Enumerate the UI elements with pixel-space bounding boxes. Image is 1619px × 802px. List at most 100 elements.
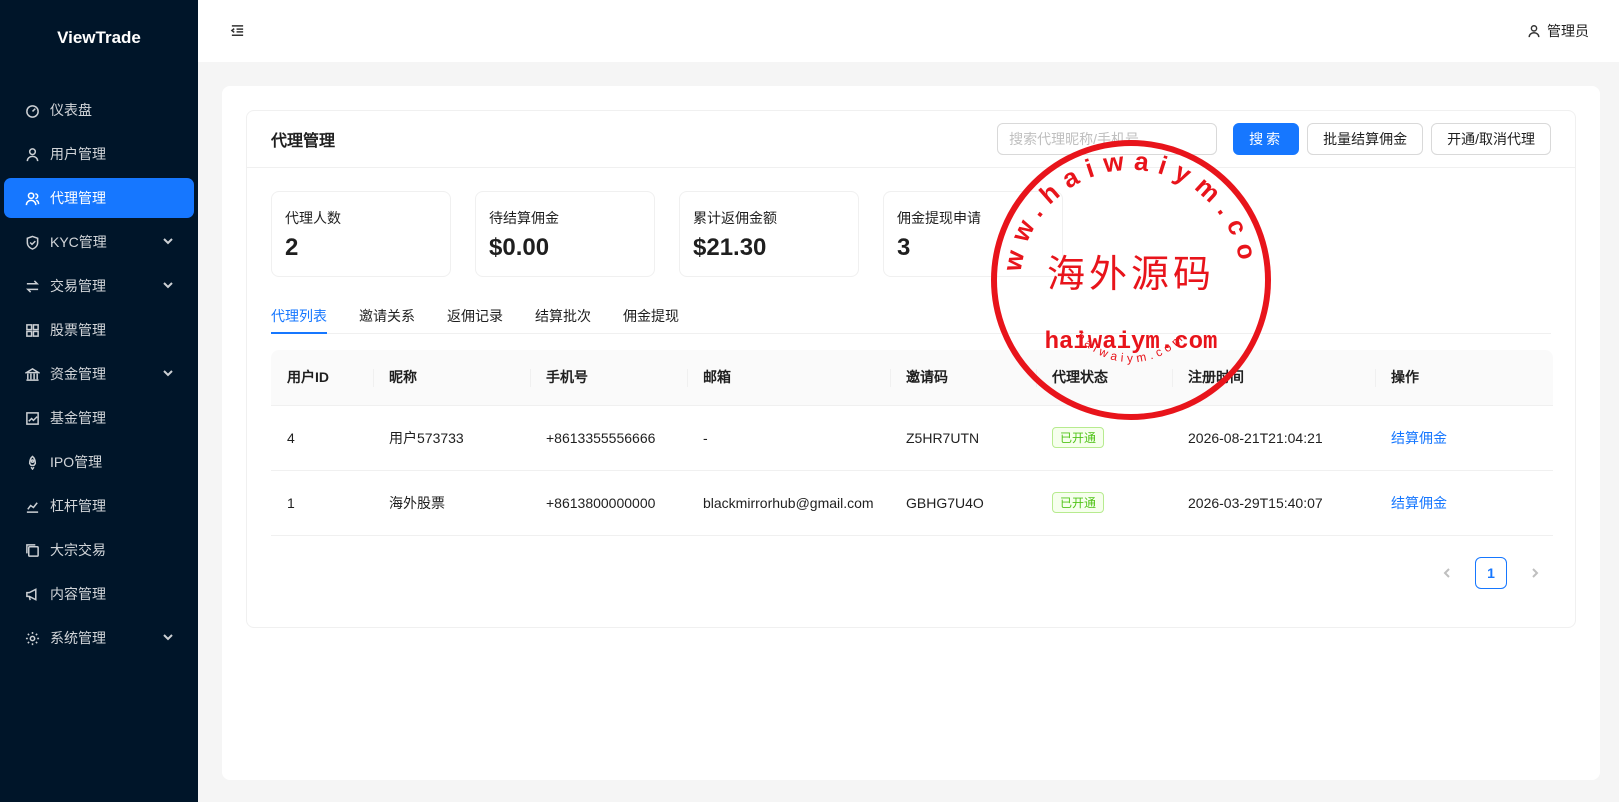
menu-fold-icon[interactable] xyxy=(230,23,246,39)
cell-status: 已开通 xyxy=(1036,470,1172,536)
cell-phone: +8613355556666 xyxy=(530,405,687,471)
cell-invite-code: Z5HR7UTN xyxy=(890,405,1036,471)
pagination: 1 xyxy=(1431,557,1551,589)
sidebar-item-label: 资金管理 xyxy=(50,366,106,382)
stat-agent-count: 代理人数 2 xyxy=(271,191,451,277)
top-header: 管理员 xyxy=(198,0,1619,62)
sidebar-item-8[interactable]: IPO管理 xyxy=(4,442,194,482)
search-input[interactable] xyxy=(997,123,1218,155)
column-header: 昵称 xyxy=(373,350,530,406)
settle-commission-link[interactable]: 结算佣金 xyxy=(1391,430,1447,446)
sidebar-item-12[interactable]: 系统管理 xyxy=(4,618,194,658)
chevron-down-icon xyxy=(162,278,174,294)
column-header: 注册时间 xyxy=(1172,350,1375,406)
sidebar-item-0[interactable]: 仪表盘 xyxy=(4,90,194,130)
megaphone-icon xyxy=(24,586,40,602)
next-page-icon[interactable] xyxy=(1519,557,1551,589)
cell-register-time: 2026-03-29T15:40:07 xyxy=(1172,470,1375,536)
search-button[interactable]: 搜索 xyxy=(1233,123,1300,155)
stat-total-rebate: 累计返佣金额 $21.30 xyxy=(679,191,859,277)
sidebar-item-label: 股票管理 xyxy=(50,322,106,338)
gear-icon xyxy=(24,630,40,646)
tab-agent-list[interactable]: 代理列表 xyxy=(271,294,327,334)
sidebar-item-label: IPO管理 xyxy=(50,454,103,470)
sidebar-item-9[interactable]: 杠杆管理 xyxy=(4,486,194,526)
user-menu[interactable]: 管理员 xyxy=(1527,21,1589,41)
chevron-down-icon xyxy=(162,366,174,382)
sidebar-item-10[interactable]: 大宗交易 xyxy=(4,530,194,570)
dashboard-icon xyxy=(24,102,40,118)
card-header: 代理管理 搜索 批量结算佣金 开通/取消代理 xyxy=(247,111,1575,168)
table-header-row: 用户ID 昵称 手机号 邮箱 邀请码 代理状态 注册时间 操作 xyxy=(271,350,1553,406)
cell-phone: +8613800000000 xyxy=(530,470,687,536)
sidebar: ViewTrade 仪表盘用户管理代理管理 KYC管理交易管理股票管理资金管理基金… xyxy=(0,0,198,802)
sidebar-item-6[interactable]: 资金管理 xyxy=(4,354,194,394)
sidebar-item-label: KYC管理 xyxy=(50,234,107,250)
shield-icon xyxy=(24,234,40,250)
bank-icon xyxy=(24,366,40,382)
sidebar-item-label: 系统管理 xyxy=(50,630,106,646)
sidebar-item-4[interactable]: 交易管理 xyxy=(4,266,194,306)
sidebar-item-11[interactable]: 内容管理 xyxy=(4,574,194,614)
sidebar-item-2[interactable]: 代理管理 xyxy=(4,178,194,218)
brand-logo: ViewTrade xyxy=(57,28,141,47)
column-header: 邀请码 xyxy=(890,350,1036,406)
page-title: 代理管理 xyxy=(271,133,336,150)
tab-invite-relations[interactable]: 邀请关系 xyxy=(359,294,415,333)
user-name: 管理员 xyxy=(1547,23,1589,39)
stat-label: 佣金提现申请 xyxy=(897,210,981,226)
sidebar-item-3[interactable]: KYC管理 xyxy=(4,222,194,262)
tab-bar: 代理列表 邀请关系 返佣记录 结算批次 佣金提现 xyxy=(271,294,1551,334)
user-icon xyxy=(1528,25,1540,38)
column-header: 操作 xyxy=(1375,350,1553,406)
sidebar-item-label: 用户管理 xyxy=(50,146,106,162)
stat-value: 2 xyxy=(285,234,299,261)
cell-user-id: 1 xyxy=(271,470,373,536)
cell-email: blackmirrorhub@gmail.com xyxy=(687,470,890,536)
swap-icon xyxy=(24,278,40,294)
stat-label: 代理人数 xyxy=(285,210,341,226)
settle-commission-link[interactable]: 结算佣金 xyxy=(1391,495,1447,511)
column-header: 代理状态 xyxy=(1036,350,1172,406)
tab-commission-withdraw[interactable]: 佣金提现 xyxy=(623,294,679,333)
stats-row: 代理人数 2 待结算佣金 $0.00 累计返佣金额 $21.30 佣金提现申请 … xyxy=(247,168,1575,277)
rocket-icon xyxy=(24,454,40,470)
status-badge: 已开通 xyxy=(1052,427,1105,448)
cell-nickname: 海外股票 xyxy=(373,470,530,536)
sidebar-item-label: 代理管理 xyxy=(50,190,106,206)
sidebar-item-label: 仪表盘 xyxy=(50,102,92,118)
sidebar-item-label: 内容管理 xyxy=(50,586,106,602)
user-icon xyxy=(24,146,40,162)
stock-icon xyxy=(24,498,40,514)
sidebar-menu: 仪表盘用户管理代理管理 KYC管理交易管理股票管理资金管理基金管理 IPO管理杠杆管… xyxy=(0,76,198,658)
batch-settle-button[interactable]: 批量结算佣金 xyxy=(1307,123,1424,155)
table-row: 1 海外股票 +8613800000000 blackmirrorhub@gma… xyxy=(271,470,1553,536)
page-number[interactable]: 1 xyxy=(1475,557,1507,589)
cell-invite-code: GBHG7U4O xyxy=(890,470,1036,536)
tab-rebate-records[interactable]: 返佣记录 xyxy=(447,294,503,333)
sidebar-item-1[interactable]: 用户管理 xyxy=(4,134,194,174)
agent-card: 代理管理 搜索 批量结算佣金 开通/取消代理 代理人数 2 待结算佣金 $0.0… xyxy=(246,110,1576,628)
sidebar-item-7[interactable]: 基金管理 xyxy=(4,398,194,438)
tab-settlement-batches[interactable]: 结算批次 xyxy=(535,294,591,333)
stat-pending-commission: 待结算佣金 $0.00 xyxy=(475,191,655,277)
copy-icon xyxy=(24,542,40,558)
stat-label: 累计返佣金额 xyxy=(693,210,777,226)
sidebar-item-label: 杠杆管理 xyxy=(50,498,106,514)
sidebar-item-label: 交易管理 xyxy=(50,278,106,294)
stat-value: $0.00 xyxy=(489,234,550,261)
sidebar-item-label: 大宗交易 xyxy=(50,542,106,558)
stat-value: $21.30 xyxy=(693,234,767,261)
chevron-down-icon xyxy=(162,630,174,646)
status-badge: 已开通 xyxy=(1052,492,1105,513)
cell-action: 结算佣金 xyxy=(1375,405,1553,471)
chevron-down-icon xyxy=(162,234,174,250)
agent-icon xyxy=(24,190,40,206)
stat-withdraw-requests: 佣金提现申请 3 xyxy=(883,191,1063,277)
sidebar-item-5[interactable]: 股票管理 xyxy=(4,310,194,350)
toggle-agent-button[interactable]: 开通/取消代理 xyxy=(1431,123,1551,155)
prev-page-icon[interactable] xyxy=(1431,557,1463,589)
chart-icon xyxy=(24,410,40,426)
cell-nickname: 用户573733 xyxy=(373,405,530,471)
cell-register-time: 2026-08-21T21:04:21 xyxy=(1172,405,1375,471)
